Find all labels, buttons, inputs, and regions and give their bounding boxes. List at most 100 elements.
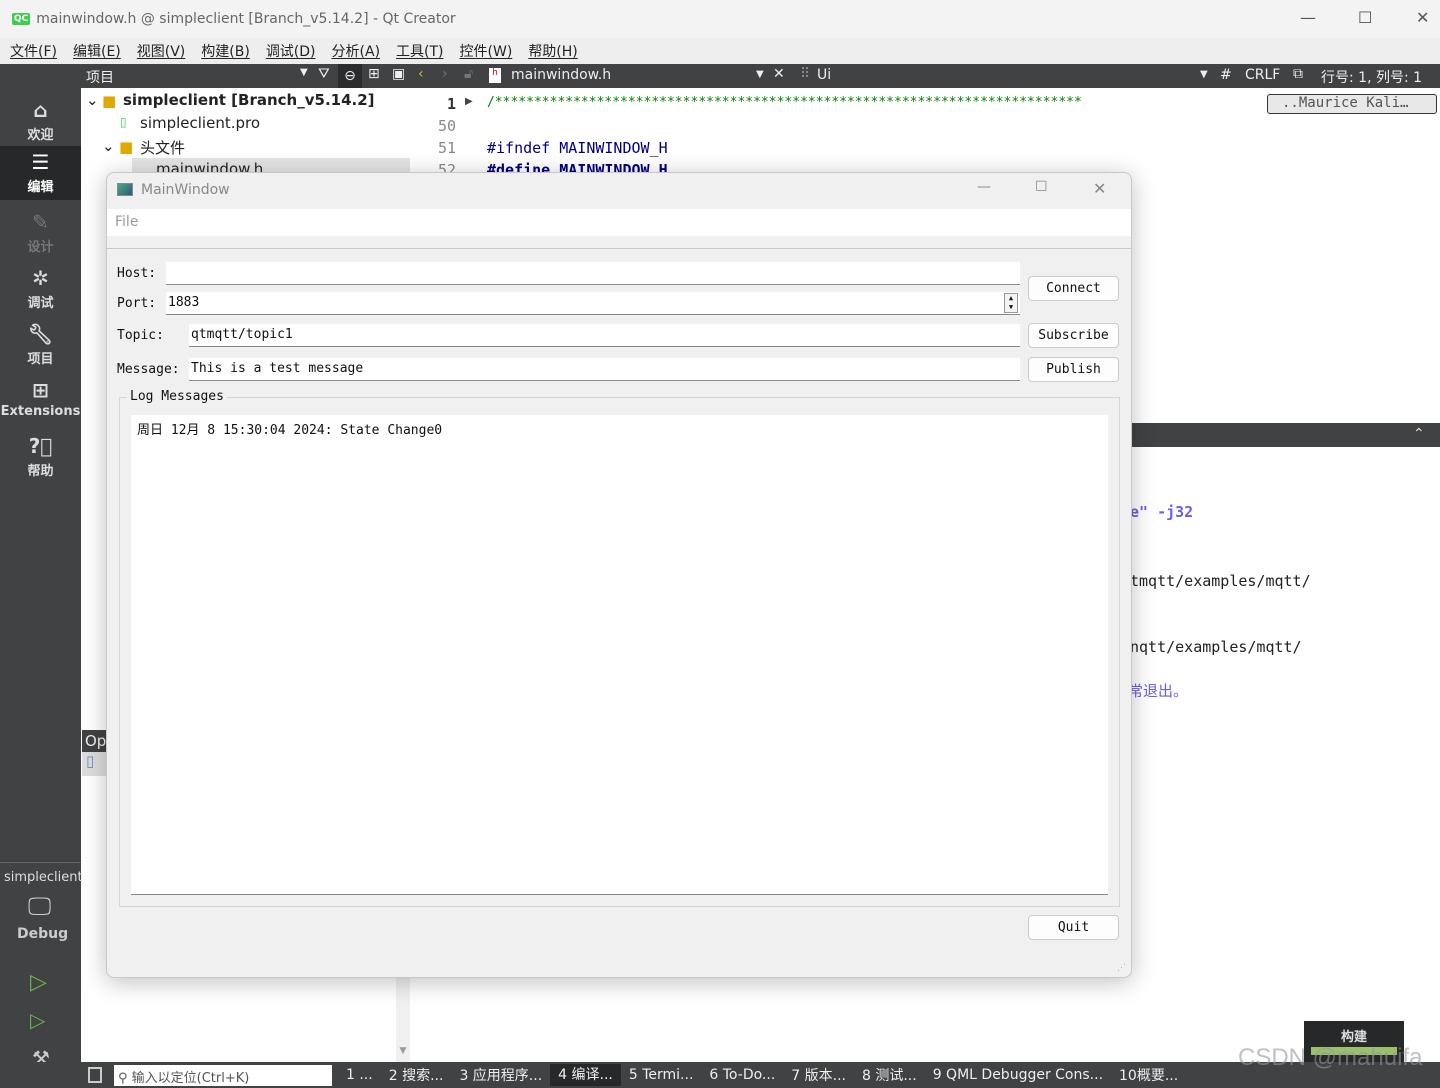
fold-arrow-icon[interactable]: ▶ xyxy=(465,96,473,107)
menu-help[interactable]: 帮助(H) xyxy=(528,41,577,61)
mode-debug[interactable]: ✲ 调试 xyxy=(0,262,81,316)
subscribe-button[interactable]: Subscribe xyxy=(1028,323,1119,348)
pane-search[interactable]: 2 搜索... xyxy=(381,1065,452,1085)
quit-button[interactable]: Quit xyxy=(1028,915,1119,940)
output-line: nqtt/examples/mqtt/ xyxy=(1130,638,1302,656)
encoding-icon[interactable]: ⧉ xyxy=(1293,66,1303,82)
back-icon[interactable]: ‹ xyxy=(418,66,424,82)
menu-build[interactable]: 构建(B) xyxy=(201,41,250,61)
bug-icon: ✲ xyxy=(32,266,49,290)
kit-build[interactable]: Debug xyxy=(17,926,68,942)
host-input[interactable] xyxy=(166,262,1020,285)
message-label: Message: xyxy=(117,362,180,377)
dialog-minimize-button[interactable]: — xyxy=(977,179,991,195)
pane-issues[interactable]: 1 ... xyxy=(338,1067,381,1083)
connect-button[interactable]: Connect xyxy=(1028,276,1119,301)
port-spinbox[interactable]: 1883 ▲ ▼ xyxy=(166,292,1020,315)
mainwindow-dialog: MainWindow — ☐ ✕ File Host: Port: 1883 ▲… xyxy=(106,172,1132,978)
symbol-dropdown[interactable]: ▼ xyxy=(1200,69,1208,80)
locator-input[interactable]: ⚲ 输入以定位(Ctrl+K) xyxy=(114,1064,332,1086)
line-ending[interactable]: CRLF xyxy=(1245,67,1280,83)
edit-icon: ☰ xyxy=(31,150,50,174)
lock-icon: 🔓︎ xyxy=(464,66,474,82)
dialog-maximize-button[interactable]: ☐ xyxy=(1035,179,1048,195)
qt-creator-logo: QC xyxy=(12,13,31,25)
chevron-down-icon[interactable]: ⌄ xyxy=(102,137,115,155)
code-line: /***************************************… xyxy=(487,95,1082,110)
pane-todo[interactable]: 6 To-Do... xyxy=(701,1067,783,1083)
tree-pro-file[interactable]: simpleclient.pro xyxy=(140,114,260,132)
mode-design[interactable]: ✎ 设计 xyxy=(0,206,81,260)
close-button[interactable]: ✕ xyxy=(1416,8,1429,27)
mode-welcome[interactable]: ⌂ 欢迎 xyxy=(0,94,81,148)
mode-extensions[interactable]: ⊞ Extensions xyxy=(0,374,81,428)
toggle-sidebar-icon[interactable] xyxy=(88,1067,102,1083)
folder-icon: ■ xyxy=(119,138,134,156)
split-icon[interactable]: ⊞ xyxy=(368,66,380,82)
run-icon[interactable]: ▷ xyxy=(30,970,47,995)
close-sidebar-icon[interactable]: ▣ xyxy=(392,66,405,82)
projects-dropdown[interactable]: ▼ xyxy=(300,67,308,78)
message-input[interactable]: This is a test message xyxy=(189,358,1020,381)
maximize-button[interactable]: ☐ xyxy=(1358,8,1372,27)
line-number: 1 xyxy=(446,95,456,113)
pane-terminal[interactable]: 5 Termi... xyxy=(621,1067,702,1083)
file-dropdown[interactable]: ▼ xyxy=(756,69,764,80)
open-file-name[interactable]: mainwindow.h xyxy=(511,67,611,83)
line-number: 50 xyxy=(437,117,456,135)
window-icon xyxy=(117,183,133,196)
mode-projects[interactable]: 🔧︎ 项目 xyxy=(0,318,81,372)
monitor-icon[interactable]: 🖵︎ xyxy=(28,892,51,920)
publish-button[interactable]: Publish xyxy=(1028,357,1119,382)
kit-project[interactable]: simpleclient xyxy=(4,870,83,885)
close-file-icon[interactable]: ✕ xyxy=(773,66,785,82)
log-title: Log Messages xyxy=(127,389,227,404)
window-title: mainwindow.h @ simpleclient [Branch_v5.1… xyxy=(36,11,456,27)
symbol-selector[interactable]: Ui xyxy=(817,67,831,83)
design-icon: ✎ xyxy=(32,210,49,234)
tree-headers[interactable]: 头文件 xyxy=(140,137,185,158)
pane-overview[interactable]: 10概要... xyxy=(1111,1065,1186,1085)
debug-run-icon[interactable]: ▷ xyxy=(30,1008,45,1032)
pane-vcs[interactable]: 7 版本... xyxy=(783,1065,854,1085)
pane-compile[interactable]: 4 编译... xyxy=(550,1064,621,1086)
hash-label: # xyxy=(1220,67,1232,83)
pane-qml-debugger[interactable]: 9 QML Debugger Cons... xyxy=(925,1067,1111,1083)
menu-controls[interactable]: 控件(W) xyxy=(460,41,513,61)
resize-grip-icon[interactable]: ⋰ xyxy=(1117,963,1126,973)
log-textarea[interactable]: 周日 12月 8 15:30:04 2024: State Change0 xyxy=(131,415,1108,895)
line-number: 51 xyxy=(437,139,456,157)
topic-input[interactable]: qtmqtt/topic1 xyxy=(189,324,1020,347)
menu-tools[interactable]: 工具(T) xyxy=(396,41,443,61)
spin-arrows-icon[interactable]: ▲ ▼ xyxy=(1004,293,1018,313)
mode-edit[interactable]: ☰ 编辑 xyxy=(0,146,81,200)
dialog-menu-file[interactable]: File xyxy=(115,214,138,230)
dialog-title: MainWindow xyxy=(141,182,230,198)
menu-file[interactable]: 文件(F) xyxy=(10,41,57,61)
pane-app-output[interactable]: 3 应用程序... xyxy=(451,1065,550,1085)
minimize-button[interactable]: — xyxy=(1300,8,1316,27)
menu-debug[interactable]: 调试(D) xyxy=(266,41,316,61)
filter-icon[interactable]: ⛛ xyxy=(318,66,330,82)
project-folder-icon: ■ xyxy=(102,92,117,110)
output-line: tmqtt/examples/mqtt/ xyxy=(1130,572,1311,590)
dialog-close-button[interactable]: ✕ xyxy=(1093,179,1106,198)
cursor-position[interactable]: 行号: 1, 列号: 1 xyxy=(1321,67,1422,87)
forward-icon[interactable]: › xyxy=(442,66,448,82)
open-documents-header: Op xyxy=(82,730,106,752)
menu-analyze[interactable]: 分析(A) xyxy=(332,41,381,61)
pane-tests[interactable]: 8 测试... xyxy=(854,1065,925,1085)
link-icon[interactable]: ⊖ xyxy=(338,64,362,88)
code-line: #ifndef MAINWINDOW_H xyxy=(487,139,668,157)
mode-help[interactable]: ?⃝ 帮助 xyxy=(0,430,81,484)
help-icon: ?⃝ xyxy=(28,434,53,458)
header-file-icon: h xyxy=(489,68,501,83)
header-file-icon[interactable]: ▯ xyxy=(82,752,106,776)
port-label: Port: xyxy=(117,296,157,311)
folded-block-label[interactable]: ..Maurice Kali… xyxy=(1267,94,1437,114)
menu-view[interactable]: 视图(V) xyxy=(137,41,186,61)
chevron-up-icon[interactable]: ⌃ xyxy=(1413,426,1425,442)
tree-root[interactable]: simpleclient [Branch_v5.14.2] xyxy=(123,91,375,109)
menu-edit[interactable]: 编辑(E) xyxy=(73,41,121,61)
chevron-down-icon[interactable]: ⌄ xyxy=(86,91,99,109)
